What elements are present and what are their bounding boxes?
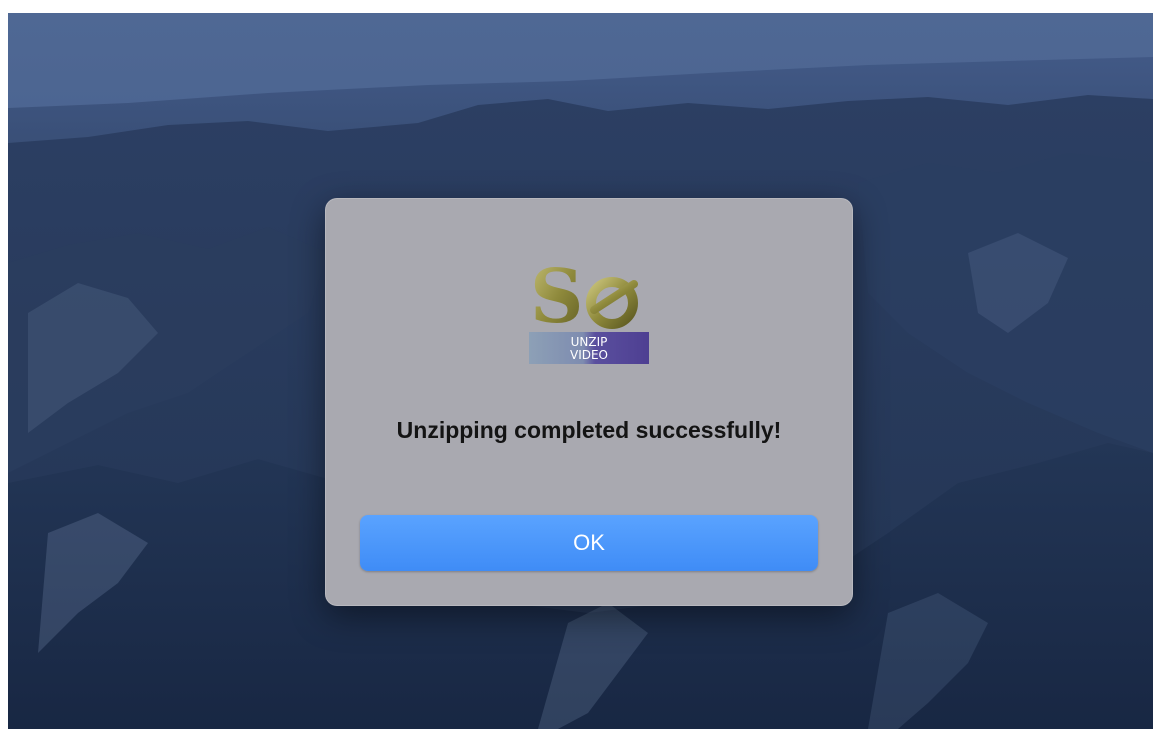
svg-text:VIDEO: VIDEO [570,348,608,362]
dialog-message: Unzipping completed successfully! [396,417,782,443]
svg-text:S: S [530,254,583,340]
ok-button-label: OK [573,530,605,555]
alert-dialog: S UNZIP VIDEO Unzipping completed succes… [325,198,853,606]
desktop: S UNZIP VIDEO Unzipping completed succes… [8,13,1153,729]
ok-button[interactable]: OK [360,515,818,571]
svg-text:UNZIP: UNZIP [571,335,608,349]
se-unzip-video-app-icon: S UNZIP VIDEO [529,254,649,364]
